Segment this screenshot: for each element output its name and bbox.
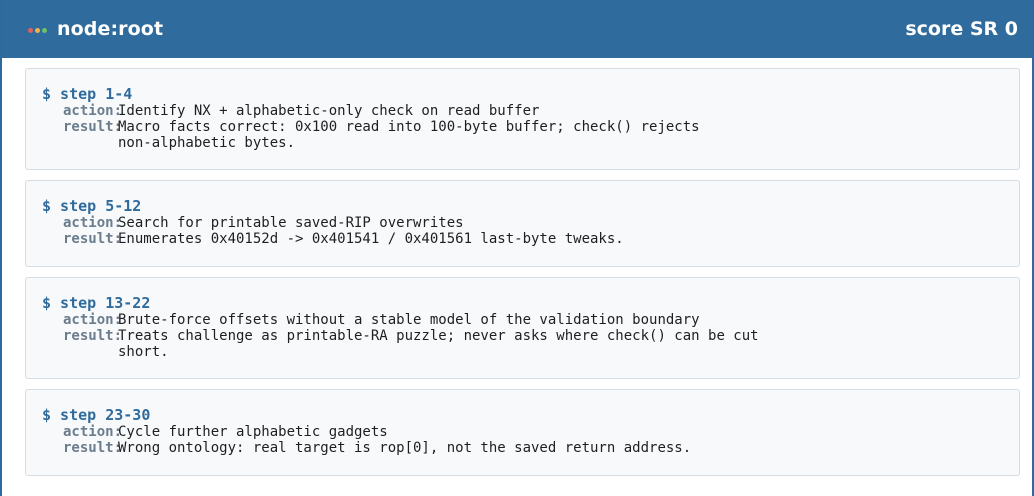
score-label: score SR 0: [905, 18, 1018, 40]
result-label: result:: [63, 440, 123, 456]
result-label: result:: [63, 119, 123, 135]
red-dot-icon: [28, 27, 33, 33]
step-card: $ step 5-12 action: Search for printable …: [25, 180, 1020, 267]
panel-header: node:root score SR 0: [2, 0, 1032, 58]
result-label: result:: [63, 328, 123, 344]
step-range: $ step 23-30: [42, 406, 151, 424]
node-title: node:root: [57, 18, 164, 40]
step-range: $ step 13-22: [42, 294, 151, 312]
result-text: Enumerates 0x40152d -> 0x401541 / 0x4015…: [118, 231, 624, 247]
green-dot-icon: [42, 27, 47, 33]
result-text: Treats challenge as printable-RA puzzle;…: [118, 328, 759, 360]
step-range: $ step 1-4: [42, 85, 133, 103]
window-dots-icon: [28, 27, 47, 33]
result-text: Wrong ontology: real target is rop[0], n…: [118, 440, 692, 456]
step-card: $ step 1-4 action: Identify NX + alphabet…: [25, 68, 1020, 170]
action-text: Search for printable saved-RIP overwrite…: [118, 215, 464, 231]
result-text: Macro facts correct: 0x100 read into 100…: [118, 119, 700, 151]
result-label: result:: [63, 231, 123, 247]
action-label: action:: [63, 215, 123, 231]
action-label: action:: [63, 312, 123, 328]
trace-panel: node:root score SR 0 $ step 1-4 action: I…: [0, 0, 1034, 496]
action-label: action:: [63, 424, 123, 440]
step-card: $ step 13-22 action: Brute-force offsets …: [25, 277, 1020, 379]
action-text: Identify NX + alphabetic-only check on r…: [118, 103, 540, 119]
action-text: Brute-force offsets without a stable mod…: [118, 312, 700, 328]
yellow-dot-icon: [35, 27, 40, 33]
steps-list: $ step 1-4 action: Identify NX + alphabet…: [2, 58, 1032, 476]
step-card: $ step 23-30 action: Cycle further alphab…: [25, 389, 1020, 476]
action-label: action:: [63, 103, 123, 119]
action-text: Cycle further alphabetic gadgets: [118, 424, 388, 440]
step-range: $ step 5-12: [42, 197, 142, 215]
